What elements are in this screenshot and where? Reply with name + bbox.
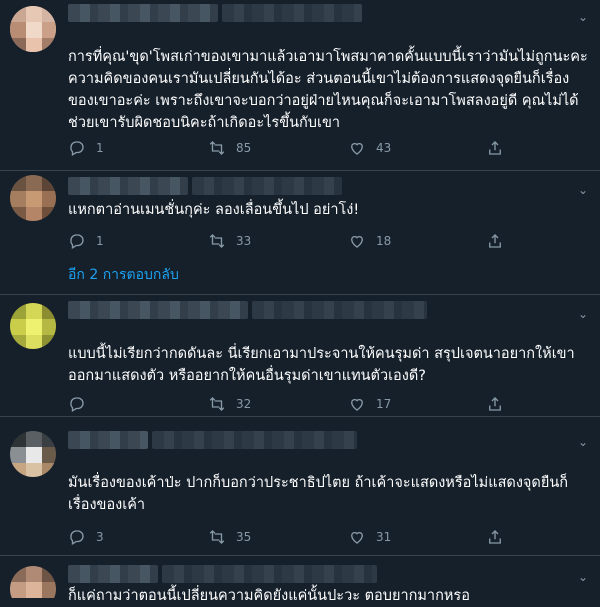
tweet-text: มันเรื่องของเค้าป่ะ ปากก็บอกว่าประชาธิปไ…: [68, 475, 569, 513]
reply-button[interactable]: 3: [68, 527, 104, 547]
tweet[interactable]: ⌄ มันเรื่องของเค้าป่ะ ปากก็บอกว่าประชาธิ…: [0, 417, 600, 555]
chevron-down-icon[interactable]: ⌄: [576, 10, 590, 24]
share-button[interactable]: [486, 394, 514, 414]
like-count: 18: [376, 234, 392, 248]
reply-icon: [70, 234, 84, 249]
like-count: 31: [376, 530, 392, 544]
heart-icon: [351, 235, 363, 248]
username-blurred[interactable]: [68, 431, 148, 449]
like-count: 17: [376, 397, 392, 411]
retweet-count: 35: [236, 530, 252, 544]
chevron-down-icon[interactable]: ⌄: [576, 435, 590, 449]
tweet-text: แบบนี้ไม่เรียกว่ากดดันละ นี่เรียกเอามาปร…: [68, 346, 575, 384]
reply-count: 1: [96, 234, 104, 248]
handle-blurred: [152, 431, 357, 449]
username-blurred[interactable]: [68, 4, 218, 22]
handle-blurred: [252, 301, 427, 319]
share-icon: [489, 234, 501, 248]
like-button[interactable]: 43: [348, 138, 391, 158]
tweet-actions: 32 17: [68, 394, 538, 414]
avatar[interactable]: [10, 431, 56, 477]
reply-count: 1: [96, 141, 104, 155]
retweet-icon: [209, 397, 225, 411]
like-count: 43: [376, 141, 392, 155]
tweet-actions: 3 35 31: [68, 527, 538, 547]
share-button[interactable]: [486, 231, 514, 251]
like-button[interactable]: 31: [348, 527, 391, 547]
tweet-actions: 1 33 18: [68, 231, 538, 251]
share-button[interactable]: [486, 527, 514, 547]
avatar[interactable]: [10, 566, 56, 607]
like-button[interactable]: 17: [348, 394, 391, 414]
username-blurred[interactable]: [68, 177, 188, 195]
more-replies-link[interactable]: อีก 2 การตอบกลับ: [68, 264, 179, 286]
retweet-button[interactable]: 32: [208, 394, 251, 414]
share-icon: [489, 141, 501, 155]
tweet-text: ก็แค่ถามว่าตอนนี้เปลี่ยนความคิดยังแค่นั้…: [68, 588, 470, 604]
handle-blurred: [162, 565, 377, 583]
username-blurred[interactable]: [68, 301, 248, 319]
tweet-actions: 1 85 43: [68, 138, 538, 158]
like-button[interactable]: 18: [348, 231, 391, 251]
chevron-down-icon[interactable]: ⌄: [576, 570, 590, 584]
tweet[interactable]: ⌄ แหกตาอ่านเมนชั่นกุค่ะ ลองเลื่อนขึ้นไป …: [0, 171, 600, 294]
share-button[interactable]: [486, 138, 514, 158]
tweet-text: การที่คุณ'ขุด'โพสเก่าของเขามาแล้วเอามาโพ…: [68, 49, 588, 131]
retweet-button[interactable]: 33: [208, 231, 251, 251]
share-icon: [489, 397, 501, 411]
retweet-button[interactable]: 35: [208, 527, 251, 547]
avatar[interactable]: [10, 6, 56, 52]
retweet-icon: [209, 141, 225, 155]
avatar[interactable]: [10, 175, 56, 221]
avatar[interactable]: [10, 303, 56, 349]
heart-icon: [351, 142, 363, 155]
reply-count: 3: [96, 530, 104, 544]
retweet-icon: [209, 234, 225, 248]
username-blurred[interactable]: [68, 565, 158, 583]
reply-button[interactable]: 1: [68, 231, 104, 251]
tweet[interactable]: ⌄ การที่คุณ'ขุด'โพสเก่าของเขามาแล้วเอามา…: [0, 0, 600, 170]
share-icon: [489, 530, 501, 544]
reply-button[interactable]: [68, 394, 96, 414]
chevron-down-icon[interactable]: ⌄: [576, 307, 590, 321]
heart-icon: [351, 398, 363, 411]
reply-icon: [70, 530, 84, 545]
handle-blurred: [192, 177, 342, 195]
chevron-down-icon[interactable]: ⌄: [576, 183, 590, 197]
tweet-text: แหกตาอ่านเมนชั่นกุค่ะ ลองเลื่อนขึ้นไป อย…: [68, 202, 360, 218]
reply-icon: [70, 141, 84, 156]
heart-icon: [351, 531, 363, 544]
retweet-icon: [209, 530, 225, 544]
retweet-count: 33: [236, 234, 252, 248]
retweet-count: 85: [236, 141, 252, 155]
retweet-button[interactable]: 85: [208, 138, 251, 158]
tweet[interactable]: ⌄ แบบนี้ไม่เรียกว่ากดดันละ นี่เรียกเอามา…: [0, 295, 600, 413]
reply-icon: [70, 397, 84, 412]
handle-blurred: [222, 4, 362, 22]
tweet[interactable]: ⌄ ก็แค่ถามว่าตอนนี้เปลี่ยนความคิดยังแค่น…: [0, 556, 600, 607]
retweet-count: 32: [236, 397, 252, 411]
reply-button[interactable]: 1: [68, 138, 104, 158]
